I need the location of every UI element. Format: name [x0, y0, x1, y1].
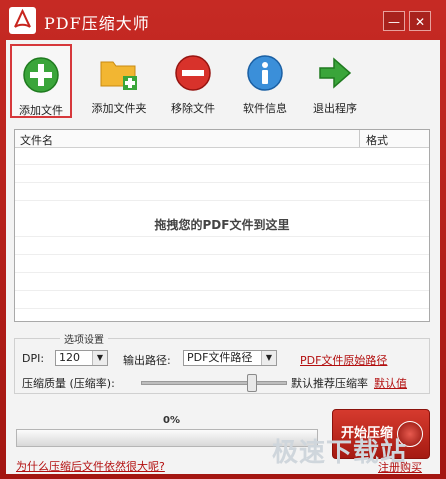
software-info-button[interactable]: 软件信息: [232, 44, 298, 118]
exit-button[interactable]: 退出程序: [302, 44, 368, 118]
folder-add-icon: [100, 61, 137, 90]
options-group: 选项设置 DPI: 120 ▼ 输出路径: PDF文件路径 ▼ PDF文件原始路…: [14, 331, 430, 394]
list-row-line: [15, 200, 429, 201]
quality-label: 压缩质量 (压缩率):: [22, 377, 115, 390]
file-list-header: 文件名 格式: [15, 130, 429, 148]
drop-hint: 拖拽您的PDF文件到这里: [154, 218, 290, 232]
list-row-line: [15, 236, 429, 237]
default-value-link[interactable]: 默认值: [374, 375, 407, 391]
file-list[interactable]: 文件名 格式 拖拽您的PDF文件到这里: [14, 129, 430, 322]
column-divider: [359, 130, 360, 147]
software-info-label: 软件信息: [243, 102, 287, 115]
arrow-right-icon: [319, 57, 352, 89]
main-panel: 添加文件 添加文件夹 移除文件 软件信息 退出程序 文件名 格式 拖拽您的PDF…: [6, 40, 440, 474]
chevron-down-icon[interactable]: ▼: [92, 351, 107, 365]
list-row-line: [15, 182, 429, 183]
minus-icon: [175, 55, 211, 91]
list-row-line: [15, 290, 429, 291]
toolbar: 添加文件 添加文件夹 移除文件 软件信息 退出程序: [6, 40, 440, 124]
quality-hint: 默认推荐压缩率: [291, 377, 368, 390]
close-button[interactable]: ✕: [409, 11, 431, 31]
register-buy-link[interactable]: 注册购买: [378, 459, 422, 475]
column-filename[interactable]: 文件名: [20, 132, 53, 148]
list-row-line: [15, 272, 429, 273]
quality-slider-thumb[interactable]: [246, 374, 257, 392]
add-file-button[interactable]: 添加文件: [10, 44, 72, 118]
progress-percent: 0%: [163, 415, 180, 426]
options-group-label: 选项设置: [60, 331, 108, 346]
dpi-label: DPI:: [22, 352, 45, 365]
exit-label: 退出程序: [313, 102, 357, 115]
title-bar[interactable]: PDF压缩大师 — ✕: [0, 0, 446, 40]
original-path-link[interactable]: PDF文件原始路径: [300, 352, 387, 368]
minimize-button[interactable]: —: [383, 11, 405, 31]
add-folder-label: 添加文件夹: [91, 102, 147, 115]
output-path-label: 输出路径:: [123, 354, 171, 367]
quality-slider[interactable]: [141, 374, 287, 392]
why-still-large-link[interactable]: 为什么压缩后文件依然很大呢?: [16, 458, 165, 474]
remove-file-label: 移除文件: [171, 102, 215, 115]
list-row-line: [15, 308, 429, 309]
add-file-label: 添加文件: [19, 104, 63, 117]
list-row-line: [15, 164, 429, 165]
remove-file-button[interactable]: 移除文件: [160, 44, 226, 118]
plus-icon: [23, 57, 59, 93]
app-window: PDF压缩大师 — ✕ 添加文件 添加文件夹 移除文件 软件信息 退出程序 文件…: [0, 0, 446, 479]
column-format[interactable]: 格式: [366, 132, 388, 148]
output-path-select[interactable]: PDF文件路径 ▼: [183, 350, 277, 366]
pdf-logo-icon: [9, 7, 36, 34]
list-row-line: [15, 254, 429, 255]
add-folder-button[interactable]: 添加文件夹: [82, 44, 156, 118]
dpi-select[interactable]: 120 ▼: [55, 350, 108, 366]
info-icon: [247, 55, 283, 91]
output-path-value: PDF文件路径: [187, 351, 253, 364]
window-title: PDF压缩大师: [44, 14, 150, 33]
chevron-down-icon[interactable]: ▼: [261, 351, 276, 365]
dpi-value: 120: [59, 351, 80, 364]
